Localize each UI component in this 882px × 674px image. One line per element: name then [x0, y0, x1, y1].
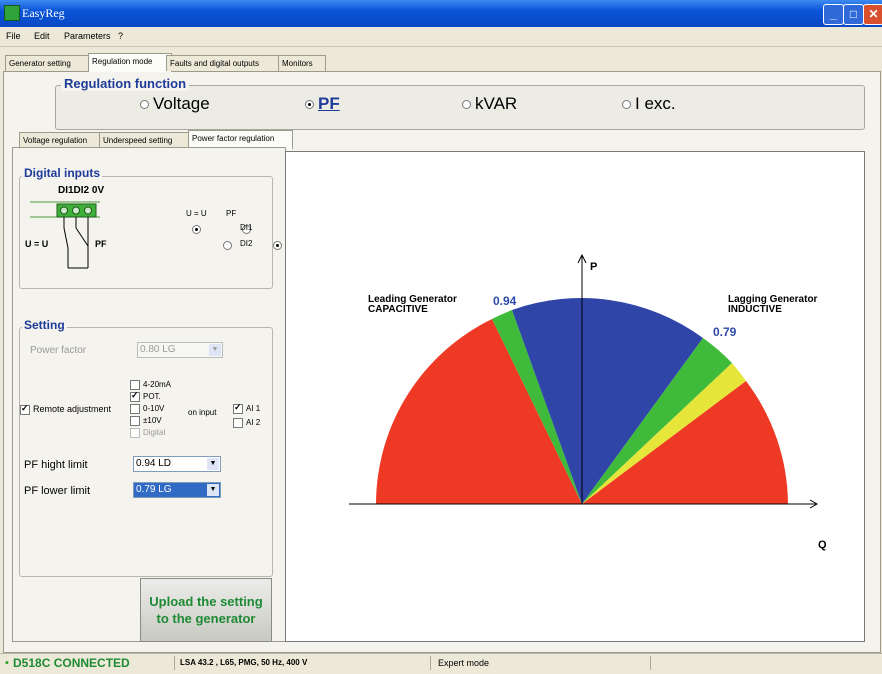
tab-generator-setting[interactable]: Generator setting: [5, 55, 93, 71]
checkbox-4-20ma: [130, 380, 140, 390]
pf-low-limit-label: PF lower limit: [24, 485, 91, 497]
input-option-4-20ma[interactable]: 4-20mA: [130, 380, 171, 390]
checkbox-ai1: [233, 402, 243, 414]
row-di1-label: DI1: [240, 223, 253, 232]
minimize-button[interactable]: _: [823, 4, 844, 25]
checkbox-pm10v: [130, 416, 140, 426]
q-axis-label: Q: [818, 539, 827, 551]
input-option-pm10v[interactable]: ±10V: [130, 416, 162, 426]
radio-kvar-indicator: [462, 100, 471, 110]
input-option-label: ±10V: [143, 416, 162, 426]
chevron-down-icon: ▼: [209, 344, 221, 356]
tab-regulation-mode[interactable]: Regulation mode: [88, 53, 172, 72]
upload-button-text: Upload the setting to the generator: [149, 593, 262, 627]
radio-i-exc[interactable]: I exc.: [622, 94, 676, 114]
menu-help[interactable]: ?: [118, 31, 123, 41]
inductive-label: INDUCTIVE: [728, 304, 782, 315]
chevron-down-icon: ▼: [207, 458, 219, 470]
radio-i-exc-indicator: [622, 100, 631, 110]
pf-high-limit-label: PF hight limit: [24, 459, 88, 471]
app-logo-icon: [4, 5, 20, 21]
ai1-label: AI 1: [246, 404, 261, 414]
input-option-label: Digital: [143, 428, 166, 438]
upload-settings-button[interactable]: Upload the setting to the generator: [140, 578, 272, 642]
radio-pf-di2[interactable]: [272, 241, 282, 251]
radio-pf-label: PF: [318, 94, 340, 113]
p-axis-label: P: [590, 261, 597, 273]
pf-low-limit-value: 0.79 LG: [136, 484, 172, 495]
ai2-checkbox[interactable]: AI 2: [233, 418, 260, 428]
radio-pf-indicator: [305, 100, 314, 110]
radio-kvar-label: kVAR: [475, 94, 518, 113]
menu-file[interactable]: File: [6, 31, 21, 41]
input-option-digital[interactable]: Digital: [130, 428, 165, 438]
radio-voltage-label: Voltage: [153, 94, 210, 113]
connection-status: D518C CONNECTED: [13, 656, 130, 670]
input-option-label: 4-20mA: [143, 380, 172, 390]
status-divider: [650, 656, 652, 670]
capacitive-label: CAPACITIVE: [368, 304, 428, 315]
remote-adjustment-check: [20, 403, 30, 415]
generator-info: LSA 43.2 , L65, PMG, 50 Hz, 400 V: [180, 658, 308, 667]
tab-voltage-regulation[interactable]: Voltage regulation: [19, 132, 104, 148]
column-uu-label: U = U: [186, 209, 207, 218]
pf-high-limit-select[interactable]: 0.94 LD ▼: [133, 456, 221, 472]
setting-title: Setting: [22, 318, 67, 332]
status-divider: [174, 656, 176, 670]
input-option-pot[interactable]: POT.: [130, 390, 161, 402]
upload-button-line2: to the generator: [156, 611, 256, 626]
window-title: EasyReg: [22, 6, 65, 20]
radio-kvar[interactable]: kVAR: [462, 94, 517, 114]
power-factor-value: 0.80 LG: [140, 344, 176, 355]
on-input-label: on input: [188, 408, 217, 417]
checkbox-digital: [130, 428, 140, 438]
radio-voltage[interactable]: Voltage: [140, 94, 210, 114]
maximize-button[interactable]: □: [843, 4, 864, 25]
terminal-label: DI1DI2 0V: [58, 185, 105, 196]
menu-edit[interactable]: Edit: [34, 31, 50, 41]
input-option-label: POT.: [143, 392, 161, 402]
remote-adjustment-label: Remote adjustment: [33, 404, 112, 414]
switch-right-label: PF: [95, 239, 107, 249]
column-pf-label: PF: [226, 209, 237, 218]
input-option-0-10v[interactable]: 0-10V: [130, 404, 164, 414]
ai1-checkbox[interactable]: AI 1: [233, 402, 261, 414]
checkbox-0-10v: [130, 404, 140, 414]
pf-low-limit-select[interactable]: 0.79 LG ▼: [133, 482, 221, 498]
power-factor-select[interactable]: 0.80 LG ▼: [137, 342, 223, 358]
upload-button-line1: Upload the setting: [149, 594, 263, 609]
close-button[interactable]: ✕: [863, 4, 882, 25]
digital-input-wiring-diagram: [30, 201, 100, 269]
tab-faults-digital-outputs[interactable]: Faults and digital outputs: [166, 55, 283, 71]
title-bar: [0, 0, 882, 27]
menu-bar: [0, 27, 882, 47]
checkbox-ai2: [233, 418, 243, 428]
radio-i-exc-label: I exc.: [635, 94, 676, 113]
radio-voltage-indicator: [140, 100, 149, 110]
checkbox-pot: [130, 390, 140, 402]
setting-group: [19, 327, 273, 577]
digital-inputs-title: Digital inputs: [22, 166, 102, 180]
tab-underspeed-setting[interactable]: Underspeed setting: [99, 132, 193, 148]
tab-monitors[interactable]: Monitors: [278, 55, 326, 71]
switch-left-label: U = U: [25, 239, 49, 249]
chevron-down-icon: ▼: [207, 484, 219, 496]
pf-high-limit-value: 0.94 LD: [136, 458, 172, 469]
connection-icon: ▪: [5, 657, 9, 669]
pf-0-94-label: 0.94: [493, 294, 517, 308]
regulation-function-title: Regulation function: [61, 76, 190, 91]
radio-pf[interactable]: PF: [305, 94, 340, 114]
status-divider: [430, 656, 432, 670]
input-option-label: 0-10V: [143, 404, 165, 414]
ai2-label: AI 2: [246, 418, 261, 428]
power-factor-label: Power factor: [30, 345, 87, 356]
mode-status: Expert mode: [438, 658, 490, 668]
remote-adjustment-checkbox[interactable]: Remote adjustment: [20, 403, 112, 415]
power-factor-diagram: P Q Leading Generator CAPACITIVE Lagging…: [349, 253, 827, 551]
menu-parameters[interactable]: Parameters: [64, 31, 111, 41]
pf-0-79-label: 0.79: [713, 325, 737, 339]
row-di2-label: DI2: [240, 239, 253, 248]
